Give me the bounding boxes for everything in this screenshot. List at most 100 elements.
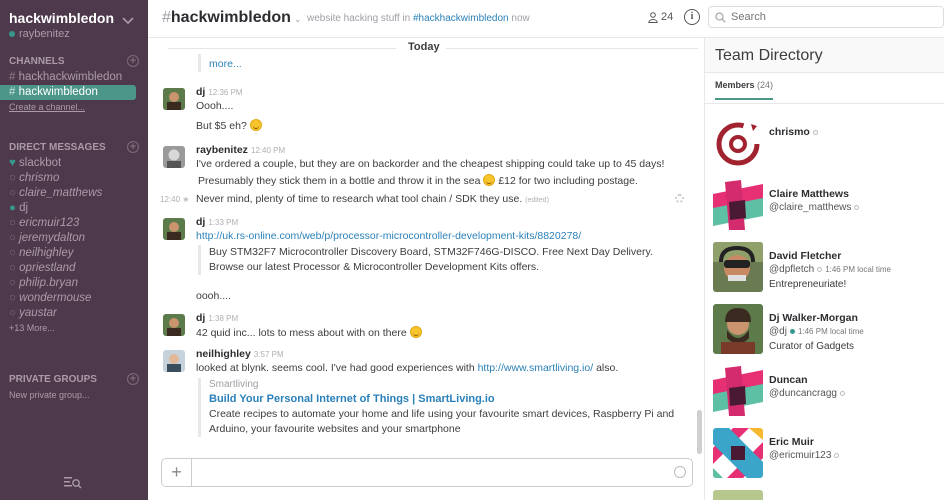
sidebar-item-dm[interactable]: ○ opriestland <box>0 261 148 276</box>
away-presence-icon: ○ <box>9 292 20 304</box>
attachment-title[interactable]: Build Your Personal Internet of Things |… <box>209 392 674 407</box>
sidebar-item-dm[interactable]: ○ claire_matthews <box>0 186 148 201</box>
dm-label: jeremydalton <box>19 232 85 244</box>
message-input[interactable] <box>196 463 666 482</box>
topic-channel-link[interactable]: #hackhackwimbledon <box>413 13 509 24</box>
dm-label: ericmuir123 <box>19 217 80 229</box>
star-icon[interactable]: ★ <box>182 195 189 204</box>
message-author[interactable]: dj <box>196 86 205 98</box>
sidebar: hackwimbledon raybenitez CHANNELS + # ha… <box>0 0 148 500</box>
message-text-span: Presumably they stick them in a bottle a… <box>198 175 481 187</box>
away-presence-icon: ○ <box>9 232 20 244</box>
message-text: Presumably they stick them in a bottle a… <box>198 174 638 187</box>
message-text: I've ordered a couple, but they are on b… <box>196 158 665 170</box>
sidebar-item-dm[interactable]: ○ ericmuir123 <box>0 216 148 231</box>
tab-members[interactable]: Members (24) <box>715 80 774 100</box>
member-item[interactable]: chrismo <box>713 118 944 170</box>
sidebar-item-dm[interactable]: ○ jeremydalton <box>0 231 148 246</box>
away-presence-icon: ○ <box>9 247 20 259</box>
more-dms-link[interactable]: +13 More... <box>0 321 148 335</box>
member-item[interactable]: Claire Matthews @claire_matthews <box>713 180 944 232</box>
sidebar-item-dm[interactable]: ○ wondermouse <box>0 291 148 306</box>
sidebar-item-hackhackwimbledon[interactable]: # hackhackwimbledon <box>0 70 148 85</box>
away-presence-icon: ○ <box>9 262 20 274</box>
avatar[interactable] <box>163 350 185 372</box>
sidebar-item-dm[interactable]: ○ yaustar <box>0 306 148 321</box>
emoji-icon[interactable] <box>674 466 686 478</box>
sidebar-item-dm[interactable]: ○ chrismo <box>0 171 148 186</box>
add-channel-icon[interactable]: + <box>127 55 139 67</box>
new-private-group-link[interactable]: New private group... <box>0 388 148 402</box>
member-handle: @dpfletch 1:46 PM local time <box>769 264 891 275</box>
message-timestamp[interactable]: 12:40 PM <box>251 146 285 155</box>
message-author[interactable]: dj <box>196 312 205 324</box>
info-icon[interactable]: i <box>684 9 700 25</box>
link-attachment: Smartliving Build Your Personal Internet… <box>198 378 674 437</box>
channel-header: #hackwimbledon ⌄ website hacking stuff in… <box>148 0 944 38</box>
message-author[interactable]: raybenitez <box>196 144 248 156</box>
message-author[interactable]: neilhighley <box>196 348 251 360</box>
presence-icon <box>854 205 860 210</box>
sidebar-item-dm[interactable]: ○ philip.bryan <box>0 276 148 291</box>
sidebar-item-hackwimbledon[interactable]: # hackwimbledon <box>0 85 136 100</box>
message-link[interactable]: http://www.smartliving.io/ <box>478 362 594 374</box>
message-author[interactable]: dj <box>196 216 205 228</box>
attachment-text: Buy STM32F7 Microcontroller Discovery Bo… <box>209 246 653 258</box>
away-presence-icon: ○ <box>9 187 20 199</box>
member-count-button[interactable]: 24 <box>648 11 673 23</box>
member-item[interactable]: Duncan @duncancragg <box>713 366 944 418</box>
dm-label: wondermouse <box>19 292 92 304</box>
member-handle: @dj 1:46 PM local time <box>769 326 864 337</box>
quick-switcher-icon[interactable] <box>64 476 82 490</box>
message-timestamp[interactable]: 1:33 PM <box>208 218 238 227</box>
member-name-text: chrismo <box>769 126 810 138</box>
dm-title[interactable]: DIRECT MESSAGES <box>9 142 106 153</box>
search-input[interactable] <box>731 11 931 23</box>
dm-label: opriestland <box>19 262 76 274</box>
channel-title[interactable]: #hackwimbledon ⌄ <box>162 9 301 27</box>
message-text-span: 42 quid inc... lots to mess about with o… <box>196 327 407 339</box>
message-pane: Today more... dj 12:36 PM Oooh.... But $5… <box>148 38 700 458</box>
sidebar-item-dm[interactable]: ♥ slackbot <box>0 156 148 171</box>
sidebar-item-dm[interactable]: ● dj <box>0 201 148 216</box>
channel-label: hackhackwimbledon <box>18 71 123 83</box>
message-link[interactable]: http://uk.rs-online.com/web/p/processor-… <box>196 230 581 242</box>
team-menu[interactable]: hackwimbledon raybenitez <box>9 10 114 40</box>
private-groups-title[interactable]: PRIVATE GROUPS <box>9 374 97 385</box>
add-dm-icon[interactable]: + <box>127 141 139 153</box>
message-scrollbar[interactable] <box>697 410 702 454</box>
member-item[interactable]: Eric Muir @ericmuir123 <box>713 428 944 480</box>
message-timestamp[interactable]: 3:57 PM <box>254 350 284 359</box>
chevron-down-icon[interactable] <box>122 14 134 26</box>
create-channel-link[interactable]: Create a channel... <box>0 100 148 114</box>
team-name: hackwimbledon <box>9 10 115 26</box>
add-private-group-icon[interactable]: + <box>127 373 139 385</box>
presence-icon <box>789 329 795 334</box>
search-box[interactable] <box>708 6 944 28</box>
attachment-text: Arduino, your favourite websites and you… <box>209 423 461 435</box>
member-item[interactable]: David Fletcher @dpfletch 1:46 PM local t… <box>713 242 944 294</box>
channels-title[interactable]: CHANNELS <box>9 56 65 67</box>
upload-button[interactable]: + <box>162 459 192 486</box>
edited-label: (edited) <box>525 197 549 204</box>
avatar[interactable] <box>163 146 185 168</box>
channels-section: CHANNELS + # hackhackwimbledon # hackwim… <box>0 54 148 114</box>
sidebar-item-dm[interactable]: ○ neilhighley <box>0 246 148 261</box>
attachment-text: Browse our latest Processor & Microcontr… <box>209 261 540 273</box>
smile-emoji-icon <box>409 326 422 338</box>
more-link[interactable]: more... <box>209 58 242 70</box>
current-user-name: raybenitez <box>19 28 70 40</box>
avatar[interactable] <box>163 218 185 240</box>
attachment-service: Smartliving <box>209 379 259 390</box>
member-local-time: 1:46 PM local time <box>825 265 891 274</box>
member-item[interactable]: Dj Walker-Morgan @dj 1:46 PM local time … <box>713 304 944 356</box>
message-side-timestamp[interactable]: 12:40 ★ <box>160 195 189 204</box>
avatar <box>713 490 763 500</box>
avatar[interactable] <box>163 314 185 336</box>
message-timestamp[interactable]: 12:36 PM <box>208 88 242 97</box>
avatar[interactable] <box>163 88 185 110</box>
dm-label: chrismo <box>19 172 60 184</box>
message-timestamp[interactable]: 1:38 PM <box>208 314 238 323</box>
gear-icon[interactable] <box>675 194 684 203</box>
avatar <box>713 118 763 168</box>
